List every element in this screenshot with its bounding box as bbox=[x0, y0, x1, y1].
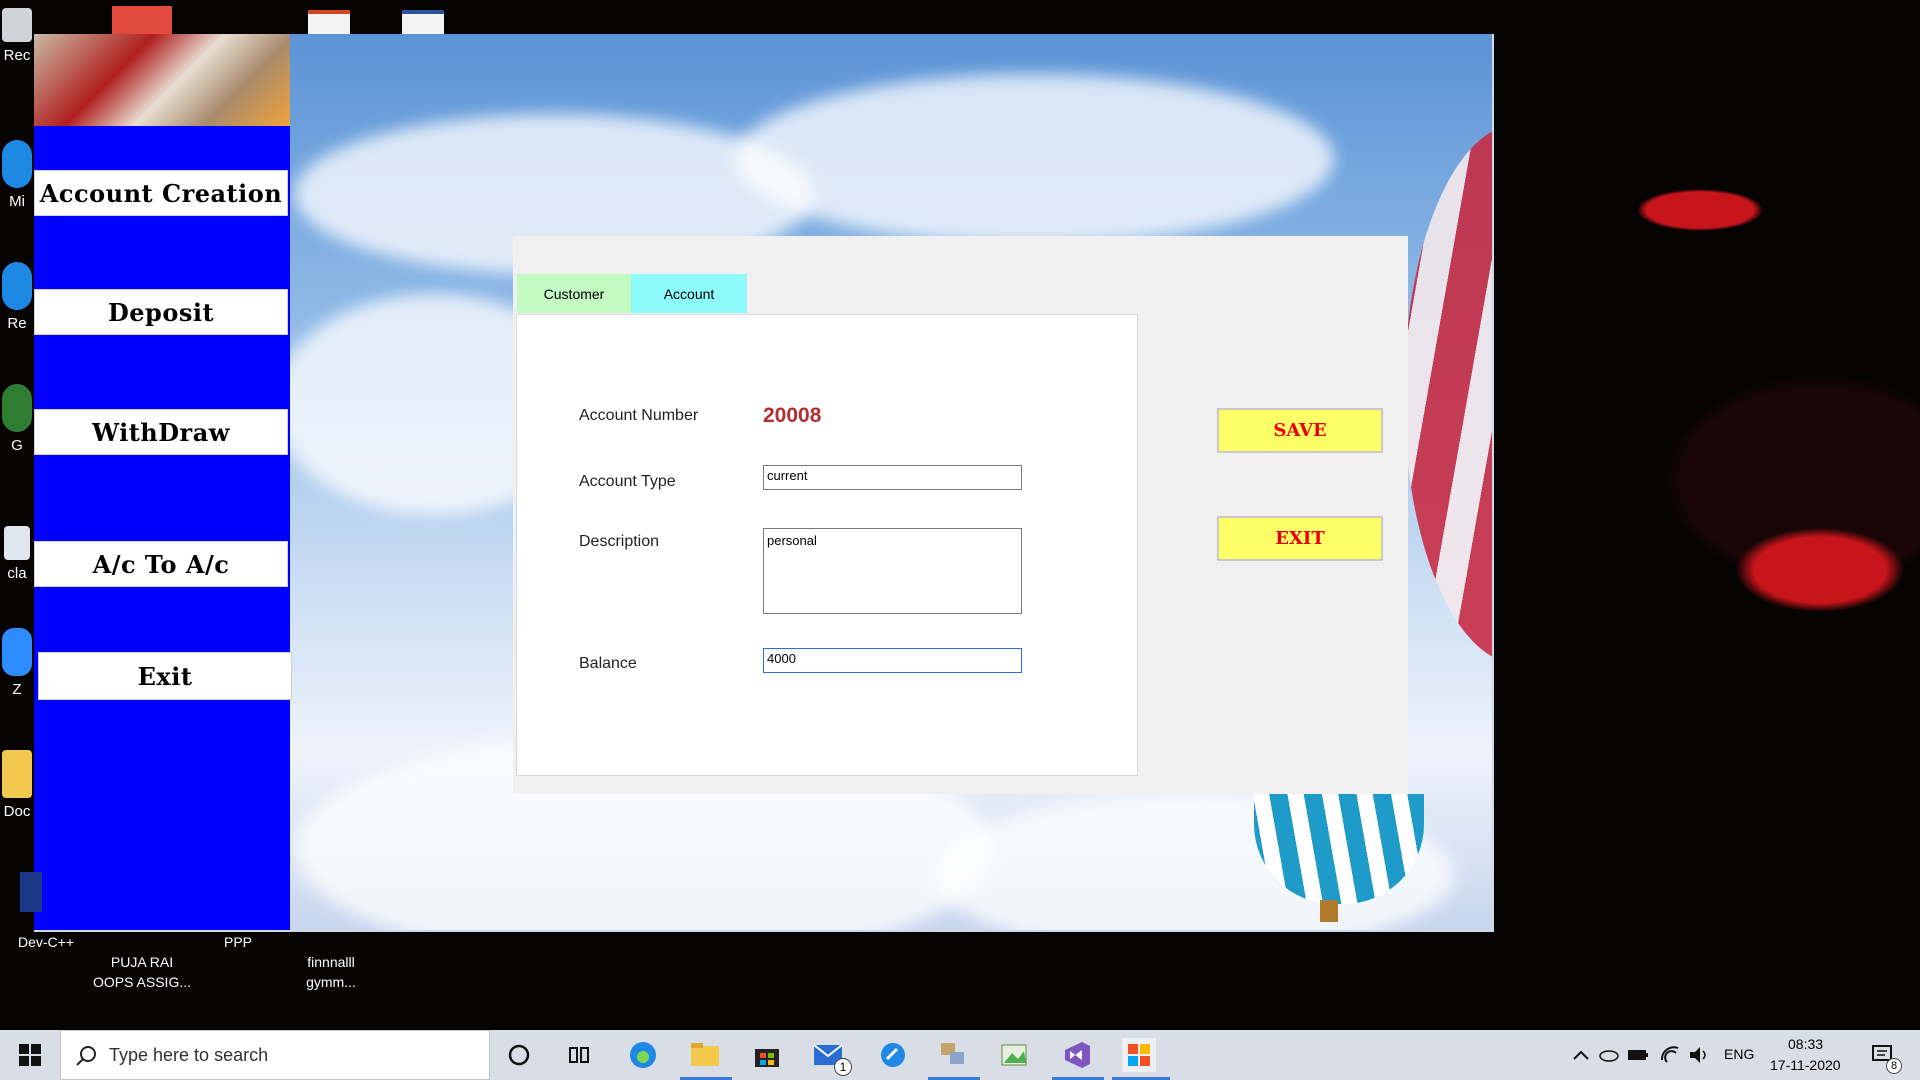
save-button[interactable]: SAVE bbox=[1217, 408, 1383, 453]
powerpoint-icon[interactable] bbox=[308, 10, 350, 36]
desktop-icon-label: Mi bbox=[9, 193, 25, 210]
desktop-icon-app-red[interactable] bbox=[112, 6, 172, 36]
desktop-icon-label: finnnalll gymm... bbox=[306, 954, 356, 990]
exit-button[interactable]: EXIT bbox=[1217, 516, 1383, 561]
desktop-icon-label: cla bbox=[7, 565, 27, 582]
taskbar: Type here to search 1 ENG 08:33 17-11-20… bbox=[0, 1030, 1920, 1080]
task-view-icon[interactable] bbox=[562, 1038, 596, 1072]
desktop-icon-re[interactable]: Re bbox=[0, 262, 34, 333]
onedrive-icon[interactable] bbox=[1594, 1038, 1622, 1072]
tab-account[interactable]: Account bbox=[631, 274, 747, 313]
language-indicator[interactable]: ENG bbox=[1724, 1046, 1754, 1062]
cloud-decoration bbox=[734, 74, 1334, 244]
desktop-icon-recycle-bin[interactable]: Rec bbox=[0, 8, 34, 65]
visual-studio-icon[interactable] bbox=[1060, 1038, 1094, 1072]
battery-icon[interactable] bbox=[1624, 1038, 1652, 1072]
image-viewer-icon[interactable] bbox=[998, 1038, 1032, 1072]
mail-badge: 1 bbox=[834, 1058, 852, 1076]
chrome-icon bbox=[2, 384, 32, 432]
desktop-icon-z[interactable]: Z bbox=[0, 628, 34, 699]
tab-customer[interactable]: Customer bbox=[517, 274, 631, 313]
edge-icon[interactable] bbox=[626, 1038, 660, 1072]
desktop-icon-label: Re bbox=[7, 315, 27, 332]
description-label: Description bbox=[579, 533, 660, 550]
hot-air-balloon-decoration bbox=[1404, 124, 1492, 664]
network-tool-icon[interactable] bbox=[936, 1038, 970, 1072]
app-icon[interactable] bbox=[876, 1038, 910, 1072]
desktop-icon-devcpp[interactable]: Dev-C++ bbox=[6, 872, 86, 952]
document-icon bbox=[4, 526, 30, 560]
notification-badge: 8 bbox=[1886, 1058, 1902, 1074]
desktop-icon-ppp[interactable]: PPP bbox=[210, 932, 266, 952]
account-number-value: 20008 bbox=[763, 404, 822, 427]
chevron-up-icon[interactable] bbox=[1564, 1038, 1598, 1072]
desktop-icon-doc[interactable]: Doc bbox=[0, 750, 34, 821]
desktop-icon-label: Dev-C++ bbox=[17, 934, 75, 950]
file-explorer-icon[interactable] bbox=[688, 1038, 722, 1072]
taskbar-search-box[interactable]: Type here to search bbox=[60, 1030, 490, 1080]
account-form-panel: Customer Account Account Number 20008 Ac… bbox=[513, 236, 1408, 794]
search-placeholder: Type here to search bbox=[109, 1045, 269, 1065]
volume-icon[interactable] bbox=[1686, 1038, 1714, 1072]
folder-icon bbox=[2, 750, 32, 798]
desktop-icon-label: G bbox=[11, 437, 23, 454]
desktop-icon-label: PUJA RAI OOPS ASSIG... bbox=[92, 954, 192, 990]
windows-icon bbox=[19, 1044, 41, 1066]
account-type-label: Account Type bbox=[579, 473, 676, 490]
desktop-icon-finnnalll[interactable]: finnnalll gymm... bbox=[286, 932, 376, 992]
store-icon[interactable] bbox=[750, 1038, 784, 1072]
desktop-icon-label: PPP bbox=[223, 934, 252, 950]
sidebar-exit-button[interactable]: Exit bbox=[38, 652, 292, 700]
balance-input[interactable]: 4000 bbox=[763, 648, 1022, 673]
account-transfer-button[interactable]: A/c To A/c bbox=[34, 541, 288, 587]
search-icon bbox=[76, 1046, 96, 1066]
desktop-icon-mi[interactable]: Mi bbox=[0, 140, 34, 211]
mail-icon[interactable]: 1 bbox=[812, 1038, 852, 1076]
account-type-input[interactable]: current bbox=[763, 465, 1022, 490]
devcpp-icon bbox=[20, 872, 42, 912]
desktop-icon-label: Z bbox=[12, 681, 22, 698]
app-icon bbox=[2, 140, 32, 188]
account-creation-button[interactable]: Account Creation bbox=[34, 170, 288, 216]
sidebar-header-image bbox=[34, 34, 290, 126]
deposit-button[interactable]: Deposit bbox=[34, 289, 288, 335]
balloon-basket-decoration bbox=[1320, 900, 1338, 922]
clock-time[interactable]: 08:33 bbox=[1788, 1036, 1823, 1052]
cortana-icon[interactable] bbox=[502, 1038, 536, 1072]
balance-label: Balance bbox=[579, 655, 637, 672]
description-textarea[interactable]: personal bbox=[763, 528, 1022, 614]
withdraw-button[interactable]: WithDraw bbox=[34, 409, 288, 455]
sidebar: Account Creation Deposit WithDraw A/c To… bbox=[34, 34, 292, 930]
account-tab-page: Account Number 20008 Account Type curren… bbox=[516, 314, 1138, 776]
app-icon bbox=[2, 262, 32, 310]
desktop-icon-label: Doc bbox=[3, 803, 31, 820]
bank-app-window: Account Creation Deposit WithDraw A/c To… bbox=[34, 34, 1494, 932]
account-number-label: Account Number bbox=[579, 407, 699, 424]
desktop-icon-puja-rai[interactable]: PUJA RAI OOPS ASSIG... bbox=[92, 932, 192, 992]
desktop-icon-cla[interactable]: cla bbox=[0, 526, 34, 583]
word-icon[interactable] bbox=[402, 10, 444, 36]
notification-center-icon[interactable]: 8 bbox=[1866, 1038, 1902, 1074]
clock-date[interactable]: 17-11-2020 bbox=[1770, 1057, 1841, 1073]
winforms-app-icon[interactable] bbox=[1122, 1038, 1156, 1072]
desktop-icon-label: Rec bbox=[3, 47, 31, 64]
desktop-icon-chrome[interactable]: G bbox=[0, 384, 34, 455]
start-button[interactable] bbox=[0, 1030, 60, 1080]
app-icon bbox=[2, 628, 32, 676]
recycle-bin-icon bbox=[2, 8, 32, 42]
wifi-icon[interactable] bbox=[1656, 1038, 1684, 1072]
